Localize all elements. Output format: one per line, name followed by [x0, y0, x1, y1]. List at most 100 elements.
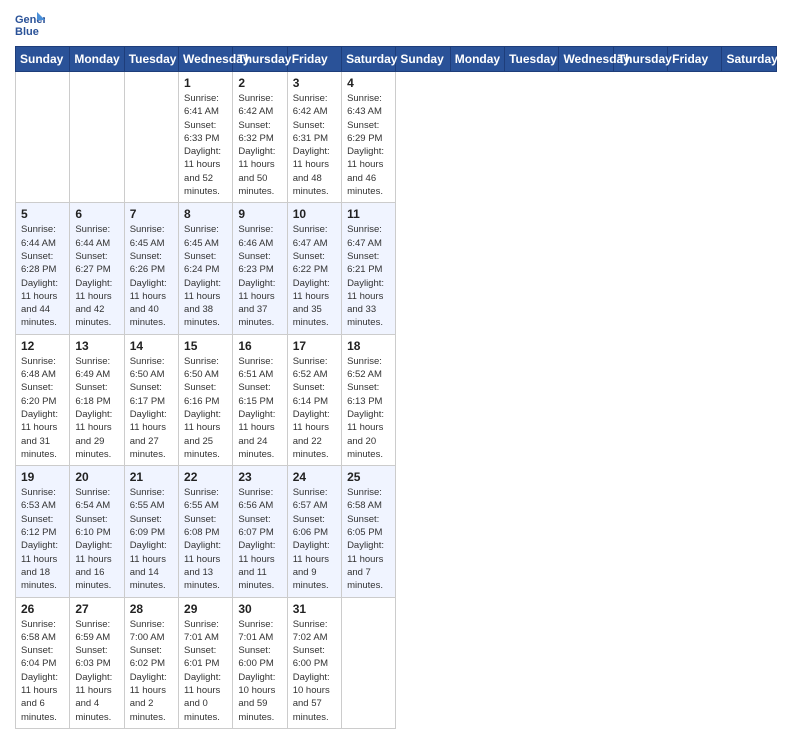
- day-number: 13: [75, 339, 118, 353]
- day-info: Sunrise: 6:47 AM Sunset: 6:22 PM Dayligh…: [293, 223, 336, 329]
- col-header-thursday: Thursday: [613, 47, 667, 72]
- day-info: Sunrise: 6:42 AM Sunset: 6:32 PM Dayligh…: [238, 92, 281, 198]
- day-number: 12: [21, 339, 64, 353]
- calendar-cell: 20 Sunrise: 6:54 AM Sunset: 6:10 PM Dayli…: [70, 466, 124, 597]
- calendar-cell: 12 Sunrise: 6:48 AM Sunset: 6:20 PM Dayli…: [16, 334, 70, 465]
- logo-icon: General Blue: [15, 10, 45, 38]
- day-info: Sunrise: 6:52 AM Sunset: 6:13 PM Dayligh…: [347, 355, 390, 461]
- day-number: 27: [75, 602, 118, 616]
- day-number: 26: [21, 602, 64, 616]
- calendar-cell: 2Sunrise: 6:42 AM Sunset: 6:32 PM Daylig…: [233, 72, 287, 203]
- day-info: Sunrise: 6:49 AM Sunset: 6:18 PM Dayligh…: [75, 355, 118, 461]
- calendar-cell: 7 Sunrise: 6:45 AM Sunset: 6:26 PM Daylig…: [124, 203, 178, 334]
- day-number: 14: [130, 339, 173, 353]
- col-header-wednesday: Wednesday: [559, 47, 613, 72]
- calendar-cell: 31Sunrise: 7:02 AM Sunset: 6:00 PM Dayli…: [287, 597, 341, 728]
- day-info: Sunrise: 6:58 AM Sunset: 6:04 PM Dayligh…: [21, 618, 64, 724]
- day-number: 20: [75, 470, 118, 484]
- header-row: SundayMondayTuesdayWednesdayThursdayFrid…: [16, 47, 777, 72]
- calendar-cell: 15 Sunrise: 6:50 AM Sunset: 6:16 PM Dayli…: [179, 334, 233, 465]
- day-number: 7: [130, 207, 173, 221]
- col-header-saturday: Saturday: [722, 47, 777, 72]
- day-info: Sunrise: 6:56 AM Sunset: 6:07 PM Dayligh…: [238, 486, 281, 592]
- calendar-cell: 17 Sunrise: 6:52 AM Sunset: 6:14 PM Dayli…: [287, 334, 341, 465]
- col-header-sunday: Sunday: [396, 47, 450, 72]
- day-number: 18: [347, 339, 390, 353]
- calendar-cell: 4Sunrise: 6:43 AM Sunset: 6:29 PM Daylig…: [342, 72, 396, 203]
- col-header-tuesday: Tuesday: [505, 47, 559, 72]
- day-info: Sunrise: 6:44 AM Sunset: 6:27 PM Dayligh…: [75, 223, 118, 329]
- day-info: Sunrise: 6:45 AM Sunset: 6:24 PM Dayligh…: [184, 223, 227, 329]
- day-number: 8: [184, 207, 227, 221]
- calendar-cell: 6 Sunrise: 6:44 AM Sunset: 6:27 PM Daylig…: [70, 203, 124, 334]
- day-info: Sunrise: 6:41 AM Sunset: 6:33 PM Dayligh…: [184, 92, 227, 198]
- calendar-cell: [70, 72, 124, 203]
- col-header-monday: Monday: [450, 47, 504, 72]
- calendar-cell: 19Sunrise: 6:53 AM Sunset: 6:12 PM Dayli…: [16, 466, 70, 597]
- day-info: Sunrise: 6:54 AM Sunset: 6:10 PM Dayligh…: [75, 486, 118, 592]
- calendar-table: SundayMondayTuesdayWednesdayThursdayFrid…: [15, 46, 777, 729]
- calendar-cell: 29Sunrise: 7:01 AM Sunset: 6:01 PM Dayli…: [179, 597, 233, 728]
- page-header: General Blue: [15, 10, 777, 38]
- day-info: Sunrise: 6:47 AM Sunset: 6:21 PM Dayligh…: [347, 223, 390, 329]
- day-number: 11: [347, 207, 390, 221]
- day-number: 28: [130, 602, 173, 616]
- calendar-cell: 30 Sunrise: 7:01 AM Sunset: 6:00 PM Dayli…: [233, 597, 287, 728]
- day-info: Sunrise: 6:42 AM Sunset: 6:31 PM Dayligh…: [293, 92, 336, 198]
- day-number: 3: [293, 76, 336, 90]
- calendar-cell: 18 Sunrise: 6:52 AM Sunset: 6:13 PM Dayli…: [342, 334, 396, 465]
- day-number: 21: [130, 470, 173, 484]
- day-info: Sunrise: 6:44 AM Sunset: 6:28 PM Dayligh…: [21, 223, 64, 329]
- calendar-cell: 16 Sunrise: 6:51 AM Sunset: 6:15 PM Dayli…: [233, 334, 287, 465]
- svg-text:Blue: Blue: [15, 26, 39, 38]
- week-row-1: 1Sunrise: 6:41 AM Sunset: 6:33 PM Daylig…: [16, 72, 777, 203]
- logo: General Blue: [15, 10, 45, 38]
- day-number: 16: [238, 339, 281, 353]
- day-info: Sunrise: 6:50 AM Sunset: 6:16 PM Dayligh…: [184, 355, 227, 461]
- calendar-cell: 3 Sunrise: 6:42 AM Sunset: 6:31 PM Daylig…: [287, 72, 341, 203]
- day-info: Sunrise: 6:48 AM Sunset: 6:20 PM Dayligh…: [21, 355, 64, 461]
- day-info: Sunrise: 6:58 AM Sunset: 6:05 PM Dayligh…: [347, 486, 390, 592]
- calendar-cell: 14 Sunrise: 6:50 AM Sunset: 6:17 PM Dayli…: [124, 334, 178, 465]
- calendar-cell: 28Sunrise: 7:00 AM Sunset: 6:02 PM Dayli…: [124, 597, 178, 728]
- calendar-cell: [342, 597, 396, 728]
- day-info: Sunrise: 6:50 AM Sunset: 6:17 PM Dayligh…: [130, 355, 173, 461]
- day-info: Sunrise: 6:55 AM Sunset: 6:08 PM Dayligh…: [184, 486, 227, 592]
- calendar-cell: 8 Sunrise: 6:45 AM Sunset: 6:24 PM Daylig…: [179, 203, 233, 334]
- day-number: 29: [184, 602, 227, 616]
- col-header-sunday: Sunday: [16, 47, 70, 72]
- day-number: 17: [293, 339, 336, 353]
- day-info: Sunrise: 6:57 AM Sunset: 6:06 PM Dayligh…: [293, 486, 336, 592]
- col-header-wednesday: Wednesday: [179, 47, 233, 72]
- day-number: 23: [238, 470, 281, 484]
- day-info: Sunrise: 7:01 AM Sunset: 6:00 PM Dayligh…: [238, 618, 281, 724]
- calendar-cell: 26 Sunrise: 6:58 AM Sunset: 6:04 PM Dayli…: [16, 597, 70, 728]
- day-number: 30: [238, 602, 281, 616]
- calendar-cell: 25 Sunrise: 6:58 AM Sunset: 6:05 PM Dayli…: [342, 466, 396, 597]
- day-info: Sunrise: 6:45 AM Sunset: 6:26 PM Dayligh…: [130, 223, 173, 329]
- calendar-cell: 11 Sunrise: 6:47 AM Sunset: 6:21 PM Dayli…: [342, 203, 396, 334]
- col-header-tuesday: Tuesday: [124, 47, 178, 72]
- calendar-cell: [16, 72, 70, 203]
- day-number: 24: [293, 470, 336, 484]
- day-info: Sunrise: 6:51 AM Sunset: 6:15 PM Dayligh…: [238, 355, 281, 461]
- day-info: Sunrise: 6:52 AM Sunset: 6:14 PM Dayligh…: [293, 355, 336, 461]
- day-number: 10: [293, 207, 336, 221]
- calendar-cell: 22Sunrise: 6:55 AM Sunset: 6:08 PM Dayli…: [179, 466, 233, 597]
- day-number: 25: [347, 470, 390, 484]
- day-number: 5: [21, 207, 64, 221]
- calendar-cell: 23 Sunrise: 6:56 AM Sunset: 6:07 PM Dayli…: [233, 466, 287, 597]
- col-header-saturday: Saturday: [342, 47, 396, 72]
- day-info: Sunrise: 6:43 AM Sunset: 6:29 PM Dayligh…: [347, 92, 390, 198]
- calendar-cell: [124, 72, 178, 203]
- calendar-cell: 13 Sunrise: 6:49 AM Sunset: 6:18 PM Dayli…: [70, 334, 124, 465]
- col-header-friday: Friday: [668, 47, 722, 72]
- day-number: 15: [184, 339, 227, 353]
- day-number: 31: [293, 602, 336, 616]
- calendar-cell: 24 Sunrise: 6:57 AM Sunset: 6:06 PM Dayli…: [287, 466, 341, 597]
- day-number: 6: [75, 207, 118, 221]
- week-row-3: 12 Sunrise: 6:48 AM Sunset: 6:20 PM Dayli…: [16, 334, 777, 465]
- week-row-5: 26 Sunrise: 6:58 AM Sunset: 6:04 PM Dayli…: [16, 597, 777, 728]
- day-number: 19: [21, 470, 64, 484]
- week-row-2: 5 Sunrise: 6:44 AM Sunset: 6:28 PM Daylig…: [16, 203, 777, 334]
